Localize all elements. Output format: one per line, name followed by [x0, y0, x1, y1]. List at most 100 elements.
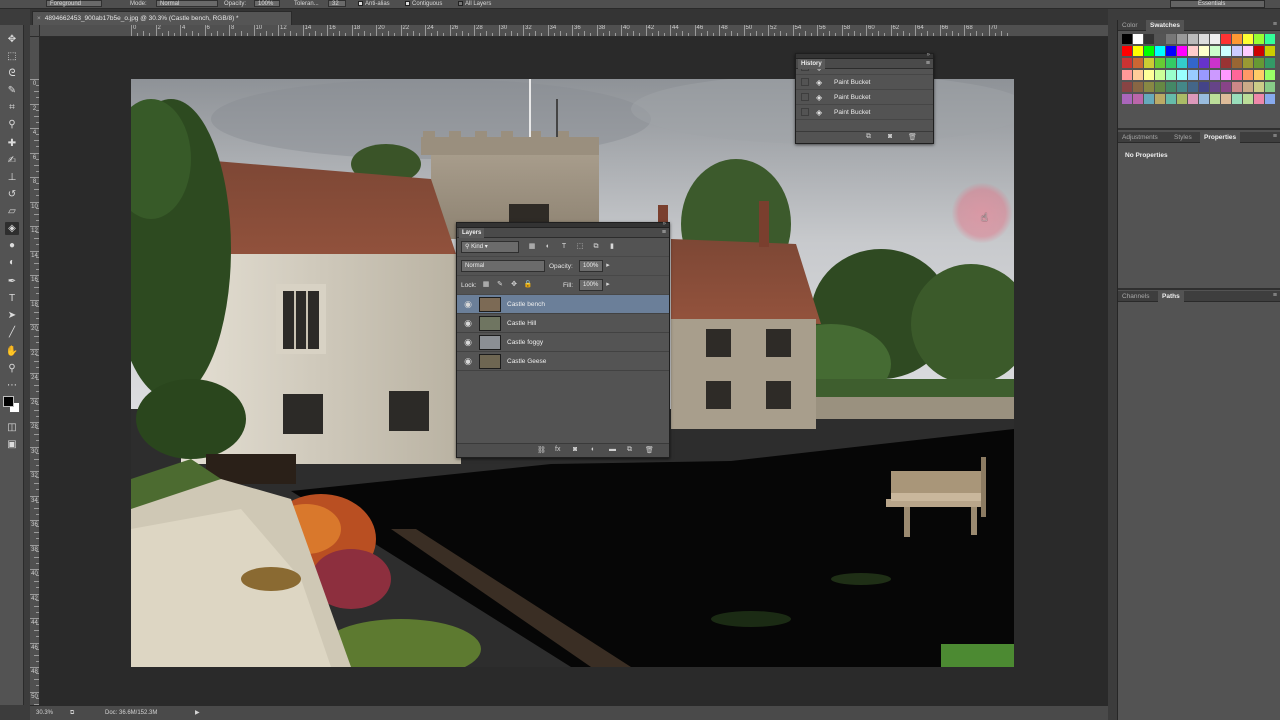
color-swatch[interactable]	[1232, 58, 1242, 68]
color-swatch[interactable]	[1210, 46, 1220, 56]
color-swatch[interactable]	[1122, 46, 1132, 56]
color-swatch[interactable]	[1243, 70, 1253, 80]
filter-kind-select[interactable]: ⚲ Kind ▾	[461, 241, 519, 253]
tab-adjustments[interactable]: Adjustments	[1118, 132, 1162, 143]
workspace-switcher[interactable]: Essentials	[1170, 0, 1265, 8]
shape-filter-icon[interactable]: ⬚	[575, 242, 585, 252]
eyedropper-tool-icon[interactable]: ⚲	[5, 118, 19, 131]
fill-dropdown-icon[interactable]: ▸	[603, 280, 613, 290]
paint-bucket-tool-icon[interactable]: ◈	[5, 222, 19, 235]
blend-mode-select[interactable]: Normal	[461, 260, 545, 272]
delete-state-icon[interactable]: 🗑	[908, 133, 917, 141]
filter-toggle-icon[interactable]: ▮	[607, 242, 617, 252]
tolerance-input[interactable]: 32	[328, 0, 346, 7]
link-layers-icon[interactable]: ⛓	[537, 446, 546, 454]
lock-pixels-icon[interactable]: ✎	[495, 280, 505, 290]
color-swatch[interactable]	[1177, 46, 1187, 56]
lock-position-icon[interactable]: ✥	[509, 280, 519, 290]
color-swatch[interactable]	[1133, 70, 1143, 80]
color-swatch[interactable]	[1155, 46, 1165, 56]
healing-brush-tool-icon[interactable]: ✚	[5, 137, 19, 150]
history-brush-tool-icon[interactable]: ↺	[5, 188, 19, 201]
color-swatch[interactable]	[1265, 34, 1275, 44]
color-swatch[interactable]	[1122, 58, 1132, 68]
collapse-icon[interactable]: »	[927, 52, 930, 58]
layer-thumbnail[interactable]	[479, 354, 501, 369]
layer-row[interactable]: ◉ Castle Hill	[457, 314, 669, 333]
layer-thumbnail[interactable]	[479, 297, 501, 312]
color-swatch[interactable]	[1133, 34, 1143, 44]
color-swatch[interactable]	[1155, 70, 1165, 80]
color-swatch[interactable]	[1177, 70, 1187, 80]
hand-tool-icon[interactable]: ✋	[5, 345, 19, 358]
color-swatch[interactable]	[1144, 94, 1154, 104]
color-swatch[interactable]	[1166, 46, 1176, 56]
tab-color[interactable]: Color	[1118, 20, 1142, 31]
color-swatch[interactable]	[1232, 70, 1242, 80]
layer-thumbnail[interactable]	[479, 335, 501, 350]
color-swatch[interactable]	[1177, 82, 1187, 92]
type-filter-icon[interactable]: T	[559, 242, 569, 252]
share-icon[interactable]: ⧉	[70, 706, 74, 720]
color-swatch[interactable]	[1221, 58, 1231, 68]
history-tab[interactable]: History	[798, 59, 825, 69]
layer-thumbnail[interactable]	[479, 316, 501, 331]
path-select-tool-icon[interactable]: ➤	[5, 309, 19, 322]
move-tool-icon[interactable]: ✥	[5, 33, 19, 46]
color-swatch[interactable]	[1243, 58, 1253, 68]
eye-icon[interactable]: ◉	[462, 317, 474, 329]
color-swatch[interactable]	[1199, 94, 1209, 104]
eye-icon[interactable]: ◉	[462, 336, 474, 348]
snapshot-icon[interactable]: ◙	[888, 133, 892, 140]
zoom-tool-icon[interactable]: ⚲	[5, 362, 19, 375]
vertical-ruler[interactable]: 0 2 4 6 8 10 12 14 16 18 20 22 24 26 28 30 32 34 36 38 40 42 4…	[30, 37, 40, 705]
history-item[interactable]: ◈ Paint Bucket	[796, 90, 933, 105]
color-swatch[interactable]	[1122, 94, 1132, 104]
color-swatch[interactable]	[1265, 46, 1275, 56]
color-swatch[interactable]	[1232, 34, 1242, 44]
color-swatch[interactable]	[1188, 82, 1198, 92]
color-swatch[interactable]	[1188, 46, 1198, 56]
history-source-checkbox[interactable]	[801, 69, 809, 71]
color-swatch[interactable]	[1221, 82, 1231, 92]
tab-swatches[interactable]: Swatches	[1146, 20, 1184, 31]
color-swatch[interactable]	[1155, 58, 1165, 68]
color-swatch[interactable]	[1199, 34, 1209, 44]
contiguous-checkbox[interactable]: Contiguous	[405, 0, 442, 8]
extra-tools-icon[interactable]: ⋯	[5, 379, 19, 392]
history-item[interactable]: ◈ Paint Bucket	[796, 105, 933, 120]
layer-opacity-input[interactable]: 100%	[579, 260, 603, 272]
color-swatch[interactable]	[1232, 46, 1242, 56]
color-swatch[interactable]	[1254, 58, 1264, 68]
panel-menu-icon[interactable]: ≡	[1273, 132, 1277, 142]
eraser-tool-icon[interactable]: ▱	[5, 205, 19, 218]
color-swatch[interactable]	[1254, 34, 1264, 44]
color-swatch[interactable]	[1133, 46, 1143, 56]
color-swatch[interactable]	[1177, 94, 1187, 104]
layer-name[interactable]: Castle bench	[507, 295, 545, 314]
color-swatches-fg-bg[interactable]	[3, 396, 23, 416]
layer-fill-input[interactable]: 100%	[579, 279, 603, 291]
color-swatch[interactable]	[1254, 82, 1264, 92]
pixel-filter-icon[interactable]: ▦	[527, 242, 537, 252]
color-swatch[interactable]	[1155, 82, 1165, 92]
color-swatch[interactable]	[1243, 46, 1253, 56]
brush-tool-icon[interactable]: ✍	[5, 154, 19, 167]
tool-preset-picker[interactable]: Foreground	[46, 0, 102, 7]
tab-styles[interactable]: Styles	[1170, 132, 1196, 143]
color-swatch[interactable]	[1166, 34, 1176, 44]
color-swatch[interactable]	[1210, 58, 1220, 68]
color-swatch[interactable]	[1221, 46, 1231, 56]
color-swatch[interactable]	[1210, 94, 1220, 104]
swatches-grid[interactable]	[1122, 34, 1276, 118]
layers-tab[interactable]: Layers	[459, 228, 485, 238]
color-swatch[interactable]	[1155, 34, 1165, 44]
layer-name[interactable]: Castle Geese	[507, 352, 546, 371]
color-swatch[interactable]	[1232, 82, 1242, 92]
color-swatch[interactable]	[1232, 94, 1242, 104]
layer-style-icon[interactable]: fx	[555, 446, 560, 453]
history-source-checkbox[interactable]	[801, 93, 809, 101]
color-swatch[interactable]	[1221, 70, 1231, 80]
collapse-icon[interactable]: »	[663, 221, 666, 227]
close-tab-icon[interactable]: ×	[37, 15, 41, 22]
